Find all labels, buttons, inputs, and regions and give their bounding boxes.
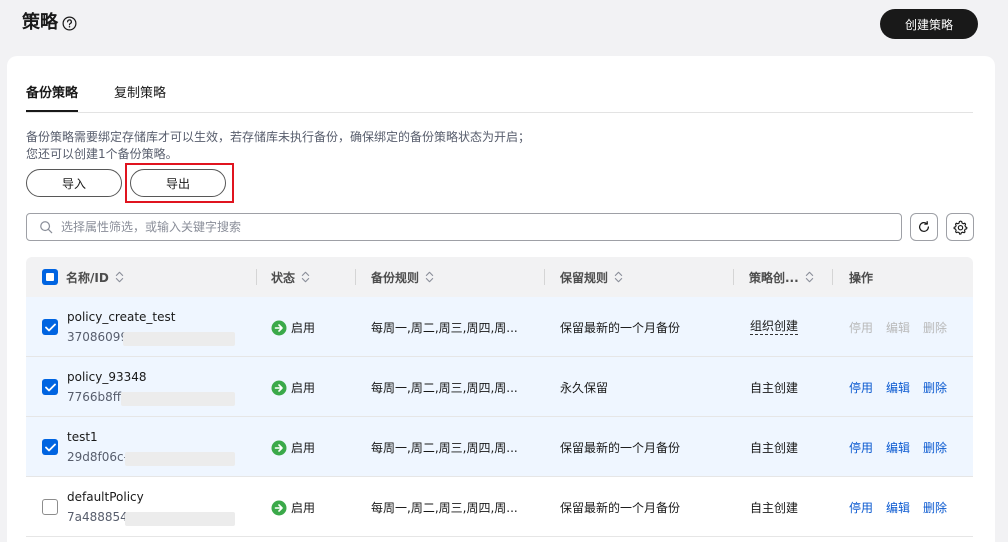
delete-action[interactable]: 删除 xyxy=(923,499,947,516)
backup-rule: 每周一,周二,周三,周四,周... xyxy=(371,501,518,515)
status-cell: 启用 xyxy=(271,439,315,456)
status-text: 启用 xyxy=(291,441,316,455)
retention-rule: 永久保留 xyxy=(560,381,609,395)
retention-rule: 保留最新的一个月备份 xyxy=(560,501,681,515)
created-by: 自主创建 xyxy=(750,501,799,515)
refresh-icon xyxy=(919,220,929,232)
sort-icon xyxy=(115,271,124,283)
disable-action[interactable]: 停用 xyxy=(849,499,873,516)
partial-check-mark xyxy=(46,273,54,281)
refresh-button[interactable] xyxy=(910,213,938,241)
column-divider xyxy=(733,269,734,285)
retention-rule: 保留最新的一个月备份 xyxy=(560,441,681,455)
check-icon xyxy=(44,443,56,451)
policy-table: 名称/ID 状态 备份规则 保留规则 策略创... 操作 policy_crea… xyxy=(26,257,973,537)
edit-action[interactable]: 编辑 xyxy=(886,379,910,396)
disable-action: 停用 xyxy=(849,321,874,335)
table-row: policy_93348 7766b8ff- 启用 每周一,周二,周三,周四,周… xyxy=(26,357,973,417)
backup-rule: 每周一,周二,周三,周四,周... xyxy=(371,441,518,455)
enabled-status-icon xyxy=(271,500,287,515)
edit-action[interactable]: 编辑 xyxy=(886,499,910,516)
policy-id: 7766b8ff- xyxy=(67,390,126,404)
column-header-backup-rule[interactable]: 备份规则 xyxy=(371,257,434,297)
policy-id: 29d8f06c- xyxy=(67,450,128,464)
description-line-1: 备份策略需要绑定存储库才可以生效，若存储库未执行备份，确保绑定的备份策略状态为开… xyxy=(26,130,531,144)
help-icon[interactable] xyxy=(62,16,77,31)
edit-action: 编辑 xyxy=(886,321,911,335)
backup-rule: 每周一,周二,周三,周四,周... xyxy=(371,381,518,395)
status-cell: 启用 xyxy=(271,319,315,336)
sort-icon xyxy=(805,271,814,283)
sort-icon xyxy=(425,271,434,283)
status-cell: 启用 xyxy=(271,379,315,396)
enabled-status-icon xyxy=(271,380,287,395)
retention-rule: 保留最新的一个月备份 xyxy=(560,321,681,335)
search-icon xyxy=(40,221,53,234)
column-header-status[interactable]: 状态 xyxy=(271,257,310,297)
sort-icon xyxy=(301,271,310,283)
import-button[interactable]: 导入 xyxy=(26,169,122,197)
enabled-status-icon xyxy=(271,320,287,335)
search-box[interactable] xyxy=(26,213,902,241)
row-checkbox[interactable] xyxy=(42,379,58,395)
edit-action[interactable]: 编辑 xyxy=(886,439,910,456)
policy-name[interactable]: defaultPolicy xyxy=(67,490,144,504)
settings-button[interactable] xyxy=(946,213,974,241)
id-redaction-mask xyxy=(121,392,235,406)
backup-rule: 每周一,周二,周三,周四,周... xyxy=(371,321,518,335)
policy-tabs: 备份策略 复制策略 xyxy=(26,85,973,113)
sort-icon xyxy=(614,271,623,283)
id-redaction-mask xyxy=(125,512,235,526)
export-highlight-box xyxy=(125,163,234,203)
gear-icon xyxy=(953,220,967,235)
tab-backup-policy[interactable]: 备份策略 xyxy=(26,85,79,112)
status-text: 启用 xyxy=(291,321,316,335)
status-cell: 启用 xyxy=(271,499,315,516)
tab-replication-policy[interactable]: 复制策略 xyxy=(114,85,166,103)
created-by[interactable]: 组织创建 xyxy=(750,319,799,335)
enabled-status-icon xyxy=(271,440,287,455)
policy-name[interactable]: test1 xyxy=(67,430,98,444)
created-by: 自主创建 xyxy=(750,381,799,395)
column-divider xyxy=(832,269,833,285)
description-line-2: 您还可以创建1个备份策略。 xyxy=(26,147,178,161)
column-divider xyxy=(355,269,356,285)
status-text: 启用 xyxy=(291,381,316,395)
search-input[interactable] xyxy=(61,214,881,240)
row-checkbox[interactable] xyxy=(42,319,58,335)
delete-action: 删除 xyxy=(923,321,948,335)
table-row: policy_create_test 37086099- 启用 每周一,周二,周… xyxy=(26,297,973,357)
policy-name[interactable]: policy_93348 xyxy=(67,370,147,384)
row-checkbox[interactable] xyxy=(42,439,58,455)
id-redaction-mask xyxy=(125,452,235,466)
disable-action[interactable]: 停用 xyxy=(849,439,873,456)
column-header-operations: 操作 xyxy=(849,270,874,285)
table-row: test1 29d8f06c- 启用 每周一,周二,周三,周四,周... 保留最… xyxy=(26,417,973,477)
create-policy-button[interactable]: 创建策略 xyxy=(880,9,978,39)
table-header: 名称/ID 状态 备份规则 保留规则 策略创... 操作 xyxy=(26,257,973,297)
select-all-checkbox[interactable] xyxy=(42,269,58,285)
page-header: 策略 创建策略 xyxy=(0,0,1008,56)
check-icon xyxy=(44,383,56,391)
column-header-created-by[interactable]: 策略创... xyxy=(749,257,814,297)
row-checkbox[interactable] xyxy=(42,499,58,515)
policy-id: 7a488854- xyxy=(67,510,133,524)
column-header-name[interactable]: 名称/ID xyxy=(66,257,124,297)
id-redaction-mask xyxy=(123,332,235,346)
check-icon xyxy=(44,323,56,331)
column-header-retention[interactable]: 保留规则 xyxy=(560,257,623,297)
delete-action[interactable]: 删除 xyxy=(923,439,947,456)
delete-action[interactable]: 删除 xyxy=(923,379,947,396)
page-title: 策略 xyxy=(22,12,58,33)
column-divider xyxy=(544,269,545,285)
column-divider xyxy=(256,269,257,285)
disable-action[interactable]: 停用 xyxy=(849,379,873,396)
policy-card: 备份策略 复制策略 备份策略需要绑定存储库才可以生效，若存储库未执行备份，确保绑… xyxy=(7,56,995,542)
table-row: defaultPolicy 7a488854- 启用 每周一,周二,周三,周四,… xyxy=(26,477,973,537)
status-text: 启用 xyxy=(291,501,316,515)
policy-name[interactable]: policy_create_test xyxy=(67,310,175,324)
created-by: 自主创建 xyxy=(750,441,799,455)
